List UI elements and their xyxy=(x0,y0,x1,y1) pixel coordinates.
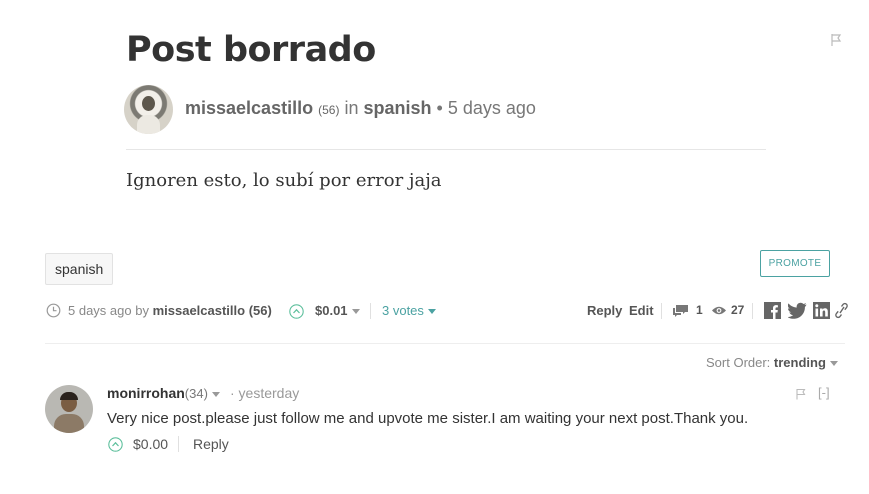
votes-dropdown[interactable]: 3 votes xyxy=(382,303,436,318)
separator xyxy=(370,303,371,319)
footer-author-link[interactable]: missaelcastillo xyxy=(153,303,246,318)
author-line: missaelcastillo (56) in spanish • 5 days… xyxy=(185,98,536,119)
tag-spanish[interactable]: spanish xyxy=(45,253,114,285)
views-count: 27 xyxy=(731,303,745,317)
separator xyxy=(752,303,753,319)
chevron-down-icon[interactable] xyxy=(211,391,220,397)
post-meta: 5 days ago by missaelcastillo (56) xyxy=(68,303,272,318)
flag-icon[interactable] xyxy=(795,388,807,400)
sort-value: trending xyxy=(773,355,826,370)
collapse-toggle[interactable]: [-] xyxy=(818,385,830,400)
comments-count: 1 xyxy=(696,303,703,317)
separator xyxy=(661,303,662,319)
flag-icon[interactable] xyxy=(829,33,843,47)
separator xyxy=(178,436,179,452)
comment-reply-button[interactable]: Reply xyxy=(193,436,229,452)
eye-icon xyxy=(712,306,726,315)
linkedin-icon[interactable] xyxy=(813,302,830,319)
payout-dropdown[interactable]: $0.01 xyxy=(315,303,360,318)
link-icon[interactable] xyxy=(835,302,848,319)
facebook-icon[interactable] xyxy=(764,302,781,319)
comment-payout[interactable]: $0.00 xyxy=(133,436,168,452)
comment-body: Very nice post.please just follow me and… xyxy=(107,410,749,427)
commenter-avatar[interactable] xyxy=(45,385,93,433)
twitter-icon[interactable] xyxy=(788,302,807,319)
category-link[interactable]: spanish xyxy=(363,98,431,118)
upvote-icon[interactable] xyxy=(108,437,123,452)
reply-button[interactable]: Reply xyxy=(587,303,622,318)
footer-age[interactable]: 5 days ago by xyxy=(68,303,149,318)
comment-author-link[interactable]: monirrohan xyxy=(107,385,185,401)
divider xyxy=(45,343,845,344)
post-title: Post borrado xyxy=(126,30,376,70)
comment-author-line: monirrohan(34) xyxy=(107,385,220,401)
payout-value: $0.01 xyxy=(315,303,348,318)
votes-count: 3 votes xyxy=(382,303,424,318)
author-link[interactable]: missaelcastillo xyxy=(185,98,313,118)
author-avatar[interactable] xyxy=(124,85,173,134)
divider xyxy=(126,149,766,150)
in-label: in xyxy=(344,98,359,118)
clock-icon xyxy=(46,303,61,318)
author-reputation: (56) xyxy=(318,103,340,117)
chevron-down-icon xyxy=(427,309,436,315)
comment-time[interactable]: · yesterday xyxy=(230,385,299,401)
comment-author-reputation: (34) xyxy=(184,386,208,401)
chevron-down-icon xyxy=(829,361,838,367)
upvote-icon[interactable] xyxy=(289,304,304,319)
sort-label: Sort Order: xyxy=(706,355,771,370)
comments-icon xyxy=(673,305,688,317)
chevron-down-icon xyxy=(351,309,360,315)
promote-button[interactable]: PROMOTE xyxy=(760,250,830,277)
edit-button[interactable]: Edit xyxy=(629,303,654,318)
post-age[interactable]: 5 days ago xyxy=(448,98,536,118)
footer-author-reputation: (56) xyxy=(248,303,272,318)
sort-order-dropdown[interactable]: Sort Order: trending xyxy=(706,355,838,370)
post-body: Ignoren esto, lo subí por error jaja xyxy=(126,170,442,191)
bullet-separator: • xyxy=(436,98,443,118)
